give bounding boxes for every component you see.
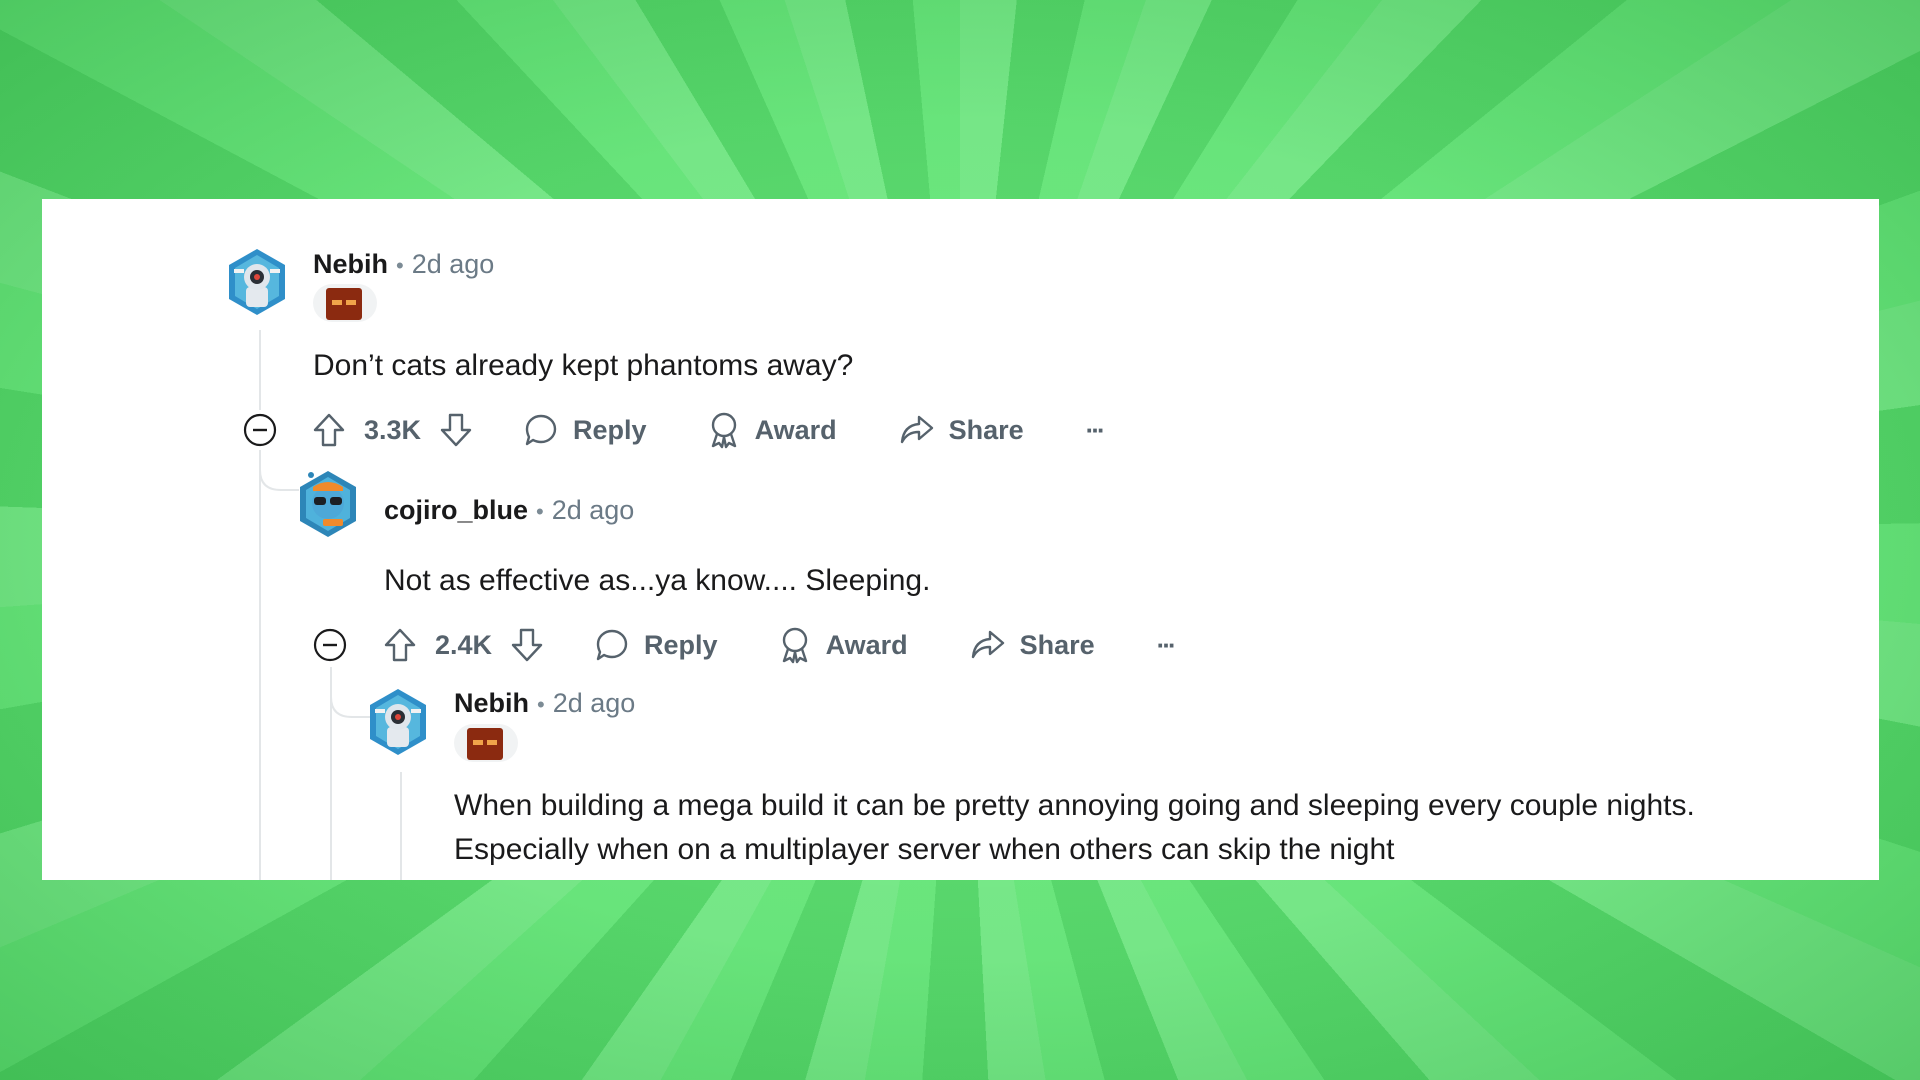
user-flair	[454, 724, 518, 762]
user-flair	[313, 284, 377, 322]
comment-thread-panel: Nebih • 2d ago Don’t cats already kept pha…	[42, 199, 1879, 880]
upvote-button[interactable]	[312, 412, 346, 448]
reply-icon	[525, 414, 557, 446]
separator-dot: •	[537, 692, 545, 717]
avatar[interactable]	[367, 687, 429, 757]
username[interactable]: Nebih	[313, 249, 388, 279]
comment-body: Don’t cats already kept phantoms away?	[313, 349, 854, 382]
award-label: Award	[754, 414, 837, 445]
collapse-icon[interactable]	[243, 413, 277, 447]
timestamp[interactable]: 2d ago	[552, 495, 635, 525]
timestamp[interactable]: 2d ago	[412, 249, 495, 279]
downvote-button[interactable]	[510, 627, 544, 663]
reply-button[interactable]: Reply	[594, 627, 718, 663]
vote-count: 3.3K	[364, 414, 422, 445]
comment-actions: 3.3K Reply Award Share ···	[312, 408, 1106, 452]
avatar[interactable]	[297, 469, 359, 539]
upvote-icon	[313, 413, 345, 447]
upvote-button[interactable]	[383, 627, 417, 663]
award-label: Award	[825, 629, 908, 660]
share-label: Share	[1019, 629, 1095, 660]
comment-body-line: Especially when on a multiplayer server …	[454, 833, 1395, 866]
comment-body: Not as effective as...ya know.... Sleepi…	[384, 564, 931, 597]
reply-button[interactable]: Reply	[523, 412, 647, 448]
avatar[interactable]	[226, 247, 288, 317]
flair-icon	[467, 728, 503, 760]
comment-meta: cojiro_blue • 2d ago	[384, 493, 634, 529]
reply-label: Reply	[573, 414, 647, 445]
upvote-icon	[384, 628, 416, 662]
downvote-icon	[440, 413, 472, 447]
share-icon	[971, 630, 1004, 659]
comment-actions: 2.4K Reply Award Share ···	[383, 623, 1177, 667]
comment-body: When building a mega build it can be pre…	[454, 784, 1854, 872]
thread-line	[259, 330, 261, 410]
reply-label: Reply	[644, 629, 718, 660]
reply-icon	[596, 629, 628, 661]
username[interactable]: Nebih	[454, 688, 529, 718]
share-icon	[900, 415, 933, 444]
award-button[interactable]: Award	[778, 626, 908, 664]
share-button[interactable]: Share	[970, 628, 1095, 662]
downvote-button[interactable]	[439, 412, 473, 448]
share-button[interactable]: Share	[899, 413, 1024, 447]
more-options-button[interactable]: ···	[1156, 629, 1177, 661]
award-icon	[711, 412, 736, 449]
more-options-button[interactable]: ···	[1085, 414, 1106, 446]
flair-icon	[326, 288, 362, 320]
thread-line	[400, 772, 402, 880]
thread-line	[259, 450, 261, 880]
separator-dot: •	[396, 253, 404, 278]
collapse-icon[interactable]	[313, 628, 347, 662]
more-icon: ···	[1156, 629, 1177, 660]
comment-body-line: When building a mega build it can be pre…	[454, 789, 1695, 822]
vote-count: 2.4K	[435, 629, 493, 660]
comment-meta: Nebih • 2d ago	[313, 247, 494, 283]
separator-dot: •	[536, 499, 544, 524]
downvote-icon	[511, 628, 543, 662]
timestamp[interactable]: 2d ago	[553, 688, 636, 718]
award-icon	[782, 627, 807, 664]
username[interactable]: cojiro_blue	[384, 495, 528, 525]
share-label: Share	[948, 414, 1024, 445]
more-icon: ···	[1085, 414, 1106, 445]
comment-meta: Nebih • 2d ago	[454, 686, 635, 722]
award-button[interactable]: Award	[707, 411, 837, 449]
